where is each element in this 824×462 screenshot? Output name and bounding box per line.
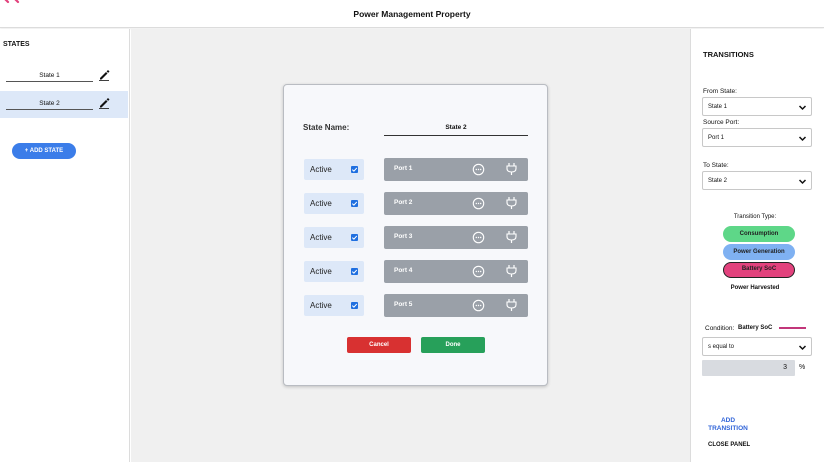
port-row-4[interactable]: Port 4 xyxy=(384,260,528,283)
checkbox-checked-icon[interactable] xyxy=(351,234,358,241)
dots-circle-icon[interactable] xyxy=(472,197,485,210)
chevron-down-icon xyxy=(798,136,807,142)
port-label: Port 2 xyxy=(394,199,413,206)
source-port-label: Source Port: xyxy=(703,119,740,126)
transitions-heading: TRANSITIONS xyxy=(703,50,754,59)
close-panel-button[interactable]: CLOSE PANEL xyxy=(708,442,750,448)
active-toggle-5[interactable]: Active xyxy=(304,295,364,316)
active-label: Active xyxy=(310,267,332,276)
plug-icon[interactable] xyxy=(505,230,518,244)
page-title: Power Management Property xyxy=(353,9,471,19)
operator-value: s equal to xyxy=(708,344,735,350)
transition-type-label: Transition Type: xyxy=(733,214,777,220)
states-sidebar: STATES State 1 State 2 + ADD STATE xyxy=(0,29,130,462)
states-heading: STATES xyxy=(3,41,30,48)
source-port-value: Port 1 xyxy=(708,135,725,141)
add-transition-button[interactable]: ADD TRANSITION xyxy=(703,417,753,433)
state-name-label: State Name: xyxy=(303,123,350,132)
active-label: Active xyxy=(310,165,332,174)
active-toggle-2[interactable]: Active xyxy=(304,193,364,214)
source-port-select[interactable]: Port 1 xyxy=(702,128,812,147)
type-consumption-button[interactable]: Consumption xyxy=(723,226,795,242)
active-toggle-4[interactable]: Active xyxy=(304,261,364,282)
condition-label: Condition: xyxy=(705,325,735,332)
dots-circle-icon[interactable] xyxy=(472,163,485,176)
from-state-value: State 1 xyxy=(708,104,728,110)
threshold-value: 3 xyxy=(783,364,787,371)
state-item-label: State 1 xyxy=(6,72,93,82)
state-item-label: State 2 xyxy=(6,100,93,110)
dots-circle-icon[interactable] xyxy=(472,299,485,312)
from-state-select[interactable]: State 1 xyxy=(702,97,812,116)
checkbox-checked-icon[interactable] xyxy=(351,166,358,173)
port-row-2[interactable]: Port 2 xyxy=(384,192,528,215)
active-label: Active xyxy=(310,233,332,242)
dots-circle-icon[interactable] xyxy=(472,265,485,278)
port-row-1[interactable]: Port 1 xyxy=(384,158,528,181)
port-label: Port 3 xyxy=(394,233,413,240)
checkbox-checked-icon[interactable] xyxy=(351,268,358,275)
type-battery-soc-button[interactable]: Battery SoC xyxy=(723,262,795,278)
unit-label: % xyxy=(799,364,806,371)
from-state-label: From State: xyxy=(703,88,737,95)
state-item-1[interactable]: State 1 xyxy=(0,63,128,90)
chevron-down-icon xyxy=(798,105,807,111)
logo-icon[interactable] xyxy=(0,0,20,4)
port-label: Port 4 xyxy=(394,267,413,274)
transitions-panel: TRANSITIONS From State: State 1 Source P… xyxy=(690,29,824,462)
plug-icon[interactable] xyxy=(505,162,518,176)
type-power-generation-button[interactable]: Power Generation xyxy=(723,244,795,260)
port-row-3[interactable]: Port 3 xyxy=(384,226,528,249)
app-header: Power Management Property xyxy=(0,0,824,28)
condition-value: Battery SoC xyxy=(738,325,773,331)
active-toggle-1[interactable]: Active xyxy=(304,159,364,180)
edit-state-dialog: State Name: State 2 Active Port 1 Active… xyxy=(283,84,548,386)
to-state-label: To State: xyxy=(703,162,729,169)
active-label: Active xyxy=(310,199,332,208)
threshold-input[interactable]: 3 xyxy=(702,360,795,376)
chevron-down-icon xyxy=(798,179,807,185)
add-state-button[interactable]: + ADD STATE xyxy=(12,143,76,159)
port-label: Port 1 xyxy=(394,165,413,172)
done-button[interactable]: Done xyxy=(421,337,485,353)
to-state-value: State 2 xyxy=(708,178,728,184)
port-row-5[interactable]: Port 5 xyxy=(384,294,528,317)
cancel-button[interactable]: Cancel xyxy=(347,337,411,353)
checkbox-checked-icon[interactable] xyxy=(351,302,358,309)
condition-color-indicator xyxy=(779,327,806,329)
edit-pencil-icon[interactable] xyxy=(98,69,110,81)
chevron-down-icon xyxy=(798,345,807,351)
active-toggle-3[interactable]: Active xyxy=(304,227,364,248)
port-label: Port 5 xyxy=(394,301,413,308)
operator-select[interactable]: s equal to xyxy=(702,337,812,356)
active-label: Active xyxy=(310,301,332,310)
dots-circle-icon[interactable] xyxy=(472,231,485,244)
plug-icon[interactable] xyxy=(505,196,518,210)
state-item-2[interactable]: State 2 xyxy=(0,91,128,118)
to-state-select[interactable]: State 2 xyxy=(702,171,812,190)
checkbox-checked-icon[interactable] xyxy=(351,200,358,207)
state-name-input[interactable]: State 2 xyxy=(384,124,528,136)
plug-icon[interactable] xyxy=(505,298,518,312)
edit-pencil-icon[interactable] xyxy=(98,97,110,109)
plug-icon[interactable] xyxy=(505,264,518,278)
type-power-harvested-button[interactable]: Power Harvested xyxy=(702,285,808,291)
canvas-area: State Name: State 2 Active Port 1 Active… xyxy=(131,29,690,462)
